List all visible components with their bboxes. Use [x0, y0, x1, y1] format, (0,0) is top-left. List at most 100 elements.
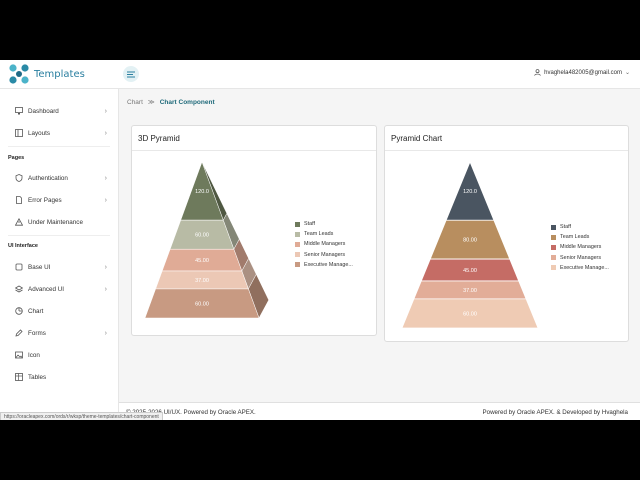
file-icon	[15, 196, 23, 204]
breadcrumb-current: Chart Component	[159, 98, 215, 106]
legend-label: Senior Managers	[560, 254, 602, 261]
divider	[132, 150, 376, 151]
pen-icon	[15, 329, 23, 337]
data-label: 45.00	[195, 258, 209, 264]
breadcrumb-root[interactable]: Chart	[127, 99, 143, 106]
brand-name: Templates	[34, 68, 85, 80]
sidebar-item-advanced-ui[interactable]: Advanced UI ›	[15, 282, 107, 296]
sidebar: Dashboard › Layouts › Pages Authenticati…	[0, 89, 119, 420]
sidebar-item-label: Dashboard	[28, 107, 59, 115]
card-3d-pyramid: 3D Pyramid 120.0 60.00 45.00 37.00 60.00 Sta…	[131, 125, 377, 336]
pyramid-3d-chart: 120.0 60.00 45.00 37.00 60.00	[144, 161, 270, 319]
legend-swatch	[295, 252, 300, 258]
data-label: 120.0	[195, 189, 209, 195]
card-title: 3D Pyramid	[138, 134, 180, 143]
legend-item[interactable]: Staff	[295, 219, 353, 229]
legend-label: Staff	[560, 224, 571, 231]
sidebar-item-label: Layouts	[28, 129, 51, 137]
pyramid-chart: 120.0 80.00 45.00 37.00 60.00	[401, 160, 539, 329]
user-icon	[534, 69, 541, 76]
pie-chart-icon	[15, 307, 23, 315]
layers-icon	[15, 285, 23, 293]
card-title: Pyramid Chart	[391, 134, 443, 143]
section-title-ui-interface: UI Interface	[8, 243, 38, 249]
legend-item[interactable]: Senior Managers	[551, 253, 609, 263]
data-label: 60.00	[195, 233, 209, 239]
sidebar-item-error-pages[interactable]: Error Pages ›	[15, 193, 107, 207]
data-label: 45.00	[463, 268, 477, 274]
legend-item[interactable]: Executive Manage...	[295, 260, 353, 270]
legend-label: Staff	[304, 221, 315, 228]
sidebar-item-base-ui[interactable]: Base UI ›	[15, 260, 107, 274]
chart-legend: Staff Team Leads Middle Managers Senior Man…	[295, 219, 353, 270]
legend-swatch	[551, 244, 556, 250]
data-label: 37.00	[195, 278, 209, 284]
chevron-down-icon: ⌄	[624, 70, 630, 76]
chevron-right-icon: ›	[104, 329, 107, 337]
legend-item[interactable]: Middle Managers	[295, 239, 353, 249]
sidebar-item-label: Base UI	[28, 263, 51, 271]
sidebar-item-dashboard[interactable]: Dashboard ›	[15, 104, 107, 118]
top-bar: Templates hvaghela482005@gmail.com ⌄	[0, 60, 640, 89]
legend-swatch	[551, 255, 556, 261]
legend-swatch	[551, 265, 556, 271]
sidebar-item-under-maintenance[interactable]: Under Maintenance	[15, 215, 107, 229]
sidebar-item-forms[interactable]: Forms ›	[15, 326, 107, 340]
data-label: 60.00	[463, 311, 477, 317]
sidebar-item-label: Under Maintenance	[28, 218, 83, 226]
status-bar-url: https://oracleapex.com/ords/r/wksp/theme…	[0, 412, 163, 420]
legend-label: Senior Managers	[304, 251, 346, 258]
divider	[385, 150, 628, 151]
box-icon	[15, 263, 23, 271]
chevron-right-icon: ›	[104, 129, 107, 137]
brand[interactable]: Templates	[8, 63, 85, 85]
legend-label: Executive Manage...	[560, 264, 609, 271]
legend-item[interactable]: Staff	[551, 222, 609, 232]
shield-icon	[15, 174, 23, 182]
chevron-right-icon: ›	[104, 263, 107, 271]
sidebar-item-tables[interactable]: Tables	[15, 370, 107, 384]
sidebar-item-label: Icon	[28, 351, 40, 359]
legend-swatch	[551, 234, 556, 240]
legend-swatch	[295, 231, 300, 237]
chevron-right-icon: ›	[104, 196, 107, 204]
data-label: 60.00	[195, 301, 209, 307]
chart-legend: Staff Team Leads Middle Managers Senior Man…	[551, 222, 609, 273]
sidebar-item-authentication[interactable]: Authentication ›	[15, 171, 107, 185]
menu-toggle-button[interactable]	[123, 66, 139, 82]
user-menu[interactable]: hvaghela482005@gmail.com ⌄	[534, 69, 630, 76]
sidebar-item-chart[interactable]: Chart	[15, 304, 107, 318]
table-icon	[15, 373, 23, 381]
user-email: hvaghela482005@gmail.com	[544, 69, 622, 76]
logo-icon	[9, 64, 29, 84]
sidebar-item-layouts[interactable]: Layouts ›	[15, 126, 107, 140]
chevron-right-icon: ›	[104, 174, 107, 182]
footer-credit: Powered by Oracle APEX. & Developed by H…	[482, 409, 629, 416]
monitor-icon	[15, 107, 23, 115]
footer: © 2025-2026 UI/UX. Powered by Oracle APE…	[119, 402, 640, 420]
legend-item[interactable]: Middle Managers	[551, 242, 609, 252]
sidebar-item-label: Chart	[28, 307, 44, 315]
sidebar-item-label: Forms	[28, 329, 46, 337]
app-window: Templates hvaghela482005@gmail.com ⌄ Das…	[0, 60, 640, 420]
card-pyramid-chart: Pyramid Chart 120.0 80.00 45.00 37.00 60.00 …	[384, 125, 629, 342]
chevron-right-icon: ›	[104, 107, 107, 115]
data-label: 80.00	[463, 238, 477, 244]
sidebar-item-icon[interactable]: Icon	[15, 348, 107, 362]
legend-label: Team Leads	[304, 231, 334, 238]
legend-label: Middle Managers	[560, 244, 602, 251]
divider	[8, 146, 110, 147]
legend-item[interactable]: Team Leads	[295, 229, 353, 239]
data-label: 37.00	[463, 288, 477, 294]
breadcrumb: Chart ≫ Chart Component	[127, 98, 215, 107]
data-label: 120.0	[463, 189, 477, 195]
image-icon	[15, 351, 23, 359]
divider	[8, 235, 110, 236]
legend-item[interactable]: Executive Manage...	[551, 263, 609, 273]
hamburger-icon	[127, 71, 135, 77]
legend-item[interactable]: Senior Managers	[295, 250, 353, 260]
legend-label: Team Leads	[560, 234, 590, 241]
legend-label: Executive Manage...	[304, 261, 353, 268]
warning-icon	[15, 218, 23, 226]
legend-item[interactable]: Team Leads	[551, 232, 609, 242]
